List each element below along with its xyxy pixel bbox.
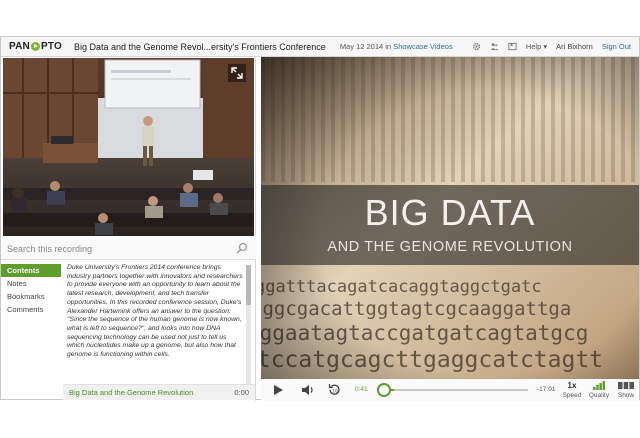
main-video[interactable]: ggatttacagatcacaggtaggctgatc cggcgacattg… — [261, 57, 639, 379]
header-bar: PAN PTO Big Data and the Genome Revol...… — [1, 37, 639, 57]
tab-notes[interactable]: Notes — [1, 277, 61, 290]
svg-text:10: 10 — [332, 388, 338, 394]
session-date: May 12 2014 in Showcase Videos — [340, 42, 453, 51]
remaining-time: -17:01 — [537, 386, 556, 393]
quality-icon[interactable] — [593, 381, 605, 390]
folder-link[interactable]: Showcase Videos — [393, 42, 452, 51]
elapsed-time: 0:41 — [355, 386, 368, 393]
show-label: Show — [617, 392, 635, 399]
logo-text-right: PTO — [40, 41, 62, 52]
layout-icon[interactable] — [618, 382, 634, 389]
viewer-window: PAN PTO Big Data and the Genome Revol...… — [0, 36, 640, 401]
player-controls: 10 0:41 -17:01 1x Speed Quality Show — [261, 379, 639, 401]
chapter-item[interactable]: Big Data and the Genome Revolution 0:00 — [63, 384, 255, 400]
logo-text-left: PAN — [9, 41, 30, 52]
date-text: May 12 2014 in — [339, 42, 394, 51]
left-pane: Contents Notes Bookmarks Comments Duke U… — [1, 57, 256, 401]
session-description: Duke University's Frontiers 2014 confere… — [67, 264, 243, 359]
chapter-time: 0:00 — [234, 388, 249, 397]
progress-knob[interactable] — [377, 383, 391, 397]
slide-title: BIG DATA — [364, 192, 536, 233]
chevron-down-icon: ▾ — [543, 42, 548, 51]
header-actions: Help ▾ Ari Bixhorn Sign Out — [472, 42, 631, 51]
search-icon[interactable] — [236, 242, 248, 254]
speed-label: Speed — [562, 392, 582, 399]
help-label: Help — [525, 42, 542, 51]
rewind-icon[interactable]: 10 — [327, 383, 341, 397]
tab-contents[interactable]: Contents — [1, 264, 61, 277]
session-title: Big Data and the Genome Revol...ersity's… — [73, 41, 326, 52]
sign-out-link[interactable]: Sign Out — [602, 42, 631, 51]
play-icon[interactable] — [273, 384, 284, 396]
speed-value[interactable]: 1x — [561, 381, 583, 390]
tab-comments[interactable]: Comments — [1, 303, 61, 316]
bookmark-icon[interactable] — [508, 42, 517, 51]
user-name: Ari Bixhorn — [556, 42, 593, 51]
search-bar — [1, 237, 256, 260]
slide-subtitle: AND THE GENOME REVOLUTION — [327, 239, 573, 255]
logo-play-icon — [30, 42, 40, 51]
expand-icon[interactable] — [228, 64, 246, 82]
scrollbar-thumb[interactable] — [246, 265, 251, 305]
volume-icon[interactable] — [301, 384, 315, 396]
search-input[interactable] — [7, 241, 227, 256]
tab-list: Contents Notes Bookmarks Comments — [1, 264, 61, 316]
users-icon[interactable] — [490, 42, 499, 51]
gear-icon[interactable] — [472, 42, 481, 51]
description-scrollbar[interactable] — [246, 265, 251, 385]
chapter-title: Big Data and the Genome Revolution — [69, 388, 194, 397]
progress-bar[interactable] — [388, 389, 528, 391]
quality-label: Quality — [588, 392, 610, 399]
help-menu[interactable]: Help ▾ — [526, 42, 547, 51]
tab-bookmarks[interactable]: Bookmarks — [1, 290, 61, 303]
secondary-video[interactable] — [3, 58, 254, 236]
panopto-logo[interactable]: PAN PTO — [9, 41, 62, 52]
lecture-hall-image — [3, 58, 254, 236]
